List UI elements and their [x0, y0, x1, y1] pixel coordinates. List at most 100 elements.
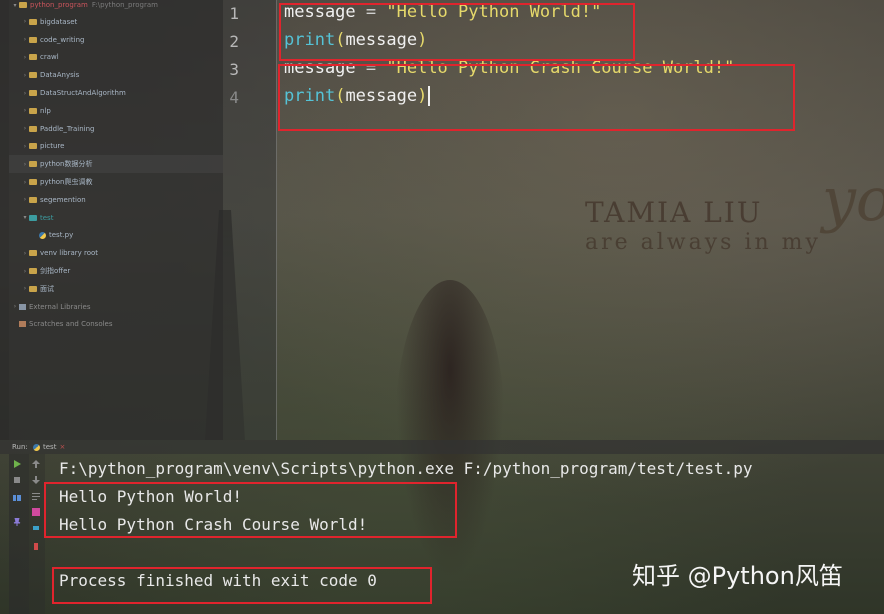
- zhihu-watermark: 知乎 @Python风笛: [632, 562, 843, 590]
- project-root-name: python_program: [30, 1, 88, 9]
- project-tree-panel: ▾ python_program F:\python_program › bigd…: [9, 0, 223, 440]
- project-tree-item-label: test.py: [49, 231, 74, 240]
- highlight-box: [278, 64, 795, 131]
- project-tree-item[interactable]: ▾ test: [9, 209, 223, 227]
- project-root[interactable]: ▾ python_program F:\python_program: [9, 0, 223, 10]
- folder-icon: [29, 285, 37, 292]
- arrow-down-icon[interactable]: [32, 476, 40, 484]
- watermark-script: yo: [822, 165, 884, 235]
- chevron-right-icon[interactable]: ›: [21, 107, 29, 114]
- project-tree-item-label: code_writing: [40, 35, 85, 44]
- project-tree-item-label: DataStructAndAlgorithm: [40, 89, 126, 98]
- project-tree-items: › bigdataset › code_writing › crawl › DataAnysi…: [9, 13, 223, 333]
- project-tree-item[interactable]: › code_writing: [9, 31, 223, 49]
- project-tree-item[interactable]: › venv library root: [9, 244, 223, 262]
- project-tree-item[interactable]: Scratches and Consoles: [9, 316, 223, 334]
- project-tree-item-label: python爬虫调教: [40, 178, 93, 187]
- project-tree-item[interactable]: › DataStructAndAlgorithm: [9, 84, 223, 102]
- scroll-to-end-icon[interactable]: [32, 508, 40, 516]
- editor-gutter-divider: [276, 0, 277, 440]
- run-label: Run:: [12, 443, 28, 451]
- python-file-icon: [39, 231, 46, 239]
- pin-icon[interactable]: [13, 518, 21, 526]
- folder-icon: [29, 179, 37, 186]
- python-file-icon: [33, 443, 40, 451]
- project-tree-item-label: python数据分析: [40, 160, 93, 169]
- chevron-right-icon[interactable]: ›: [11, 303, 19, 310]
- project-tree-item[interactable]: › nlp: [9, 102, 223, 120]
- run-tab-test[interactable]: test ×: [33, 441, 65, 453]
- project-tree-item[interactable]: › 剑指offer: [9, 262, 223, 280]
- close-icon[interactable]: ×: [59, 443, 65, 451]
- project-root-path: F:\python_program: [91, 1, 158, 9]
- project-tree-item-label: nlp: [40, 106, 51, 115]
- project-tree-item-label: External Libraries: [29, 302, 91, 311]
- chevron-right-icon[interactable]: ›: [21, 125, 29, 132]
- project-tree-item[interactable]: › picture: [9, 138, 223, 156]
- arrow-up-icon[interactable]: [32, 460, 40, 468]
- folder-icon: [29, 107, 37, 114]
- chevron-right-icon[interactable]: ›: [21, 250, 29, 257]
- folder-icon: [29, 143, 37, 150]
- project-tree-item[interactable]: › python数据分析: [9, 155, 223, 174]
- chevron-down-icon[interactable]: ▾: [11, 2, 19, 9]
- project-tree-item[interactable]: › crawl: [9, 49, 223, 67]
- chevron-right-icon[interactable]: ›: [21, 268, 29, 275]
- project-tree-item[interactable]: › segemention: [9, 191, 223, 209]
- stop-icon[interactable]: [13, 476, 21, 484]
- print-icon[interactable]: [32, 524, 40, 532]
- folder-icon: [29, 250, 37, 257]
- project-tree-item-label: 剑指offer: [40, 267, 71, 276]
- run-panel-header: Run: test ×: [0, 440, 884, 454]
- project-tree-item[interactable]: › bigdataset: [9, 13, 223, 31]
- scratch-icon: [19, 321, 26, 328]
- side-tool-strip[interactable]: [0, 0, 9, 440]
- folder-icon: [29, 54, 37, 61]
- chevron-right-icon[interactable]: ›: [21, 143, 29, 150]
- chevron-right-icon[interactable]: ›: [21, 179, 29, 186]
- library-icon: [19, 303, 26, 310]
- project-tree-item-label: DataAnysis: [40, 71, 80, 80]
- project-tree-item[interactable]: › DataAnysis: [9, 66, 223, 84]
- watermark-tagline: are always in my: [585, 230, 821, 255]
- chevron-right-icon[interactable]: ›: [21, 36, 29, 43]
- line-number: 3: [229, 60, 239, 79]
- project-tree-item[interactable]: › python爬虫调教: [9, 173, 223, 191]
- folder-icon: [29, 36, 37, 43]
- folder-icon: [29, 214, 37, 221]
- chevron-down-icon[interactable]: ▾: [21, 214, 29, 221]
- run-toolbar: [9, 454, 29, 614]
- project-tree-item-label: Scratches and Consoles: [29, 320, 113, 329]
- chevron-right-icon[interactable]: ›: [21, 196, 29, 203]
- chevron-right-icon[interactable]: ›: [21, 54, 29, 61]
- line-number: 2: [229, 32, 239, 51]
- folder-icon: [29, 125, 37, 132]
- rerun-icon[interactable]: [13, 460, 21, 468]
- line-number: 1: [229, 4, 239, 23]
- project-tree-item[interactable]: test.py: [9, 227, 223, 245]
- chevron-right-icon[interactable]: ›: [21, 90, 29, 97]
- project-tree-item[interactable]: › Paddle_Training: [9, 120, 223, 138]
- project-tree-item-label: segemention: [40, 195, 86, 204]
- highlight-box: [279, 3, 635, 61]
- chevron-right-icon[interactable]: ›: [21, 72, 29, 79]
- console-command-line: F:\python_program\venv\Scripts\python.ex…: [59, 459, 753, 478]
- folder-icon: [29, 196, 37, 203]
- project-tree-item[interactable]: › 面试: [9, 280, 223, 298]
- chevron-right-icon[interactable]: ›: [21, 18, 29, 25]
- project-tree-item-label: bigdataset: [40, 17, 78, 26]
- trash-icon[interactable]: [32, 542, 40, 550]
- folder-icon: [29, 161, 37, 168]
- chevron-right-icon[interactable]: ›: [21, 161, 29, 168]
- chevron-right-icon[interactable]: ›: [21, 285, 29, 292]
- project-tree-item-label: Paddle_Training: [40, 124, 95, 133]
- project-tree-item[interactable]: › External Libraries: [9, 298, 223, 316]
- line-number: 4: [229, 88, 239, 107]
- layout-icon[interactable]: [13, 494, 21, 502]
- project-tree-item-label: venv library root: [40, 249, 99, 258]
- run-tab-label: test: [43, 443, 57, 451]
- folder-icon: [29, 72, 37, 79]
- folder-icon: [29, 268, 37, 275]
- project-tree-item-label: crawl: [40, 53, 59, 62]
- soft-wrap-icon[interactable]: [32, 492, 40, 500]
